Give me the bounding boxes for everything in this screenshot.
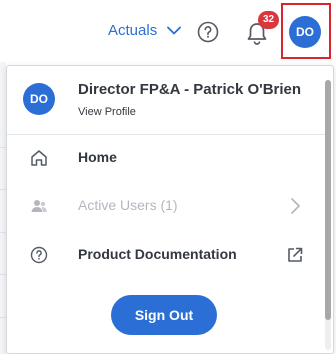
home-icon <box>31 150 47 166</box>
profile-avatar: DO <box>23 83 55 115</box>
menu-item-active-users[interactable]: Active Users (1) <box>7 186 325 226</box>
profile-name: Director FP&A - Patrick O'Brien <box>78 81 302 98</box>
scrollbar-thumb[interactable] <box>325 80 331 320</box>
help-circle-icon <box>30 246 48 264</box>
external-link-icon <box>288 247 303 262</box>
user-menu-dropdown: DO Director FP&A - Patrick O'Brien View … <box>6 65 334 354</box>
menu-item-home[interactable]: Home <box>7 138 325 178</box>
chevron-down-icon <box>167 26 182 35</box>
menu-divider <box>7 134 327 135</box>
scenario-selector[interactable]: Actuals <box>108 22 182 39</box>
help-circle-icon <box>197 21 219 43</box>
chevron-right-icon <box>291 198 300 214</box>
app-root: Actuals 32 DO DO Director FP&A - Patrick… <box>0 0 336 354</box>
top-bar: Actuals 32 DO <box>0 0 336 62</box>
scenario-label: Actuals <box>108 22 158 39</box>
users-icon <box>31 200 47 212</box>
dropdown-scrollbar[interactable] <box>325 80 331 350</box>
menu-item-label: Product Documentation <box>78 246 237 262</box>
menu-item-label: Active Users (1) <box>78 197 178 213</box>
menu-item-product-documentation[interactable]: Product Documentation <box>7 235 325 275</box>
view-profile-link[interactable]: View Profile <box>78 106 136 118</box>
help-button[interactable] <box>197 21 219 43</box>
profile-section[interactable]: DO Director FP&A - Patrick O'Brien View … <box>7 66 325 134</box>
notification-count-badge: 32 <box>258 11 279 29</box>
user-avatar-button[interactable]: DO <box>289 16 321 48</box>
menu-item-label: Home <box>78 149 117 165</box>
sign-out-button[interactable]: Sign Out <box>111 295 217 335</box>
